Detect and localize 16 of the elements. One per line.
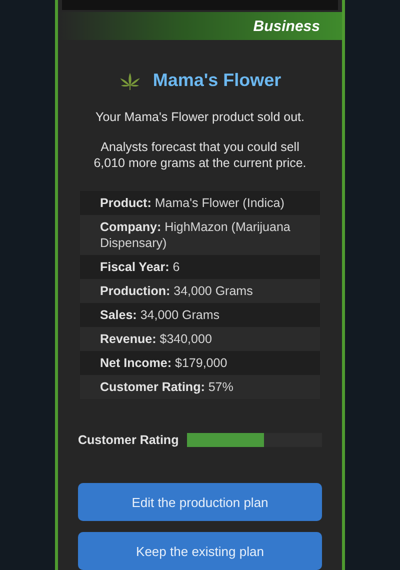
detail-row: Revenue: $340,000 xyxy=(80,327,320,351)
category-title: Business xyxy=(253,18,320,34)
detail-row: Net Income: $179,000 xyxy=(80,351,320,375)
forecast-text: Analysts forecast that you could sell 6,010 more grams at the current price. xyxy=(92,139,308,171)
detail-row: Sales: 34,000 Grams xyxy=(80,303,320,327)
message-text: Your Mama's Flower product sold out. xyxy=(94,109,306,125)
detail-row: Product: Mama's Flower (Indica) xyxy=(80,191,320,215)
action-button[interactable]: Edit the production plan xyxy=(78,483,322,521)
detail-row: Customer Rating: 57% xyxy=(80,375,320,399)
dialog-title: Mama's Flower xyxy=(152,70,282,91)
detail-row: Fiscal Year: 6 xyxy=(80,255,320,279)
leaf-icon xyxy=(118,72,141,90)
detail-row: Production: 34,000 Grams xyxy=(80,279,320,303)
action-button[interactable]: Keep the existing plan xyxy=(78,532,322,570)
rating-label: Customer Rating xyxy=(78,433,179,447)
detail-row: Company: HighMazon (Marijuana Dispensary) xyxy=(80,215,320,255)
